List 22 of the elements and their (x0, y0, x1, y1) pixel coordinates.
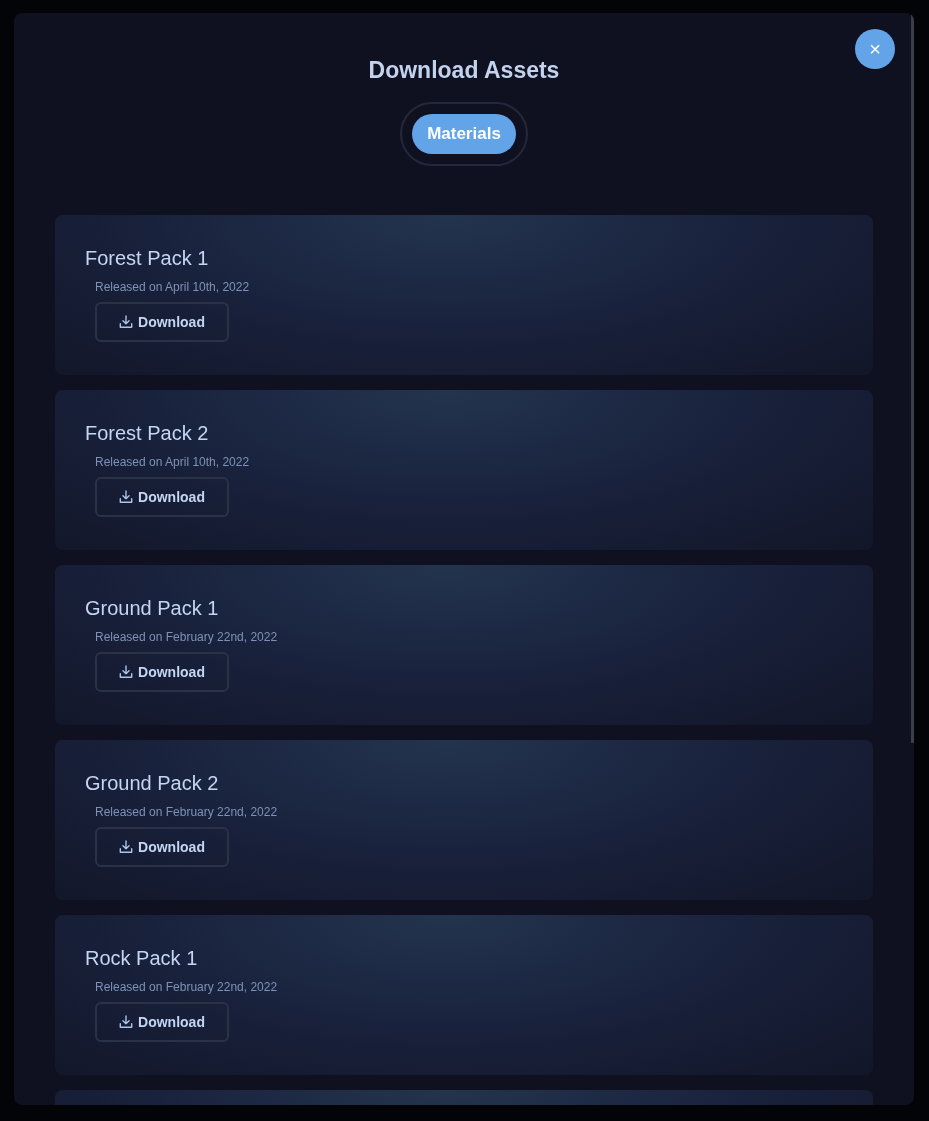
download-button[interactable]: Download (95, 1002, 229, 1042)
pack-title: Ground Pack 1 (85, 596, 220, 621)
download-icon (119, 840, 134, 854)
pack-title: Rock Pack 1 (85, 946, 199, 971)
download-button[interactable]: Download (95, 477, 229, 517)
download-icon (119, 315, 134, 329)
download-button[interactable]: Download (95, 827, 229, 867)
download-icon (119, 490, 134, 504)
release-date: Released on April 10th, 2022 (95, 279, 251, 296)
download-button[interactable]: Download (95, 652, 229, 692)
release-date: Released on April 10th, 2022 (95, 454, 251, 471)
release-date: Released on February 22nd, 2022 (95, 979, 279, 996)
download-icon (119, 1015, 134, 1029)
dialog-title: Download Assets (368, 56, 560, 85)
pack-title: Forest Pack 2 (85, 421, 210, 446)
download-button[interactable]: Download (95, 302, 229, 342)
download-icon (119, 665, 134, 679)
release-date: Released on February 22nd, 2022 (95, 629, 279, 646)
pack-title: Ground Pack 2 (85, 771, 220, 796)
release-date: Released on February 22nd, 2022 (95, 804, 279, 821)
pack-title: Forest Pack 1 (85, 246, 210, 271)
scrollbar[interactable] (911, 13, 914, 743)
